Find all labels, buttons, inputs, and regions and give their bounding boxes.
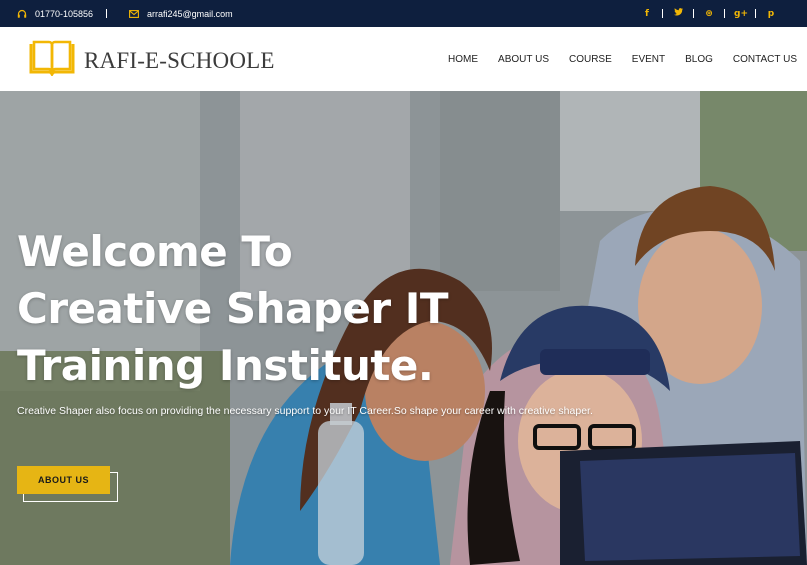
site-header: RAFI-E-SCHOOLE HOME ABOUT US COURSE EVEN…	[0, 27, 807, 91]
twitter-icon[interactable]	[672, 8, 684, 19]
dribbble-icon[interactable]: ⊛	[703, 9, 715, 19]
nav-about-us[interactable]: ABOUT US	[498, 54, 549, 65]
divider	[755, 9, 756, 18]
divider	[693, 9, 694, 18]
about-us-button-wrap: ABOUT US	[17, 466, 118, 503]
main-nav: HOME ABOUT US COURSE EVENT BLOG CONTACT …	[428, 27, 797, 91]
hero-title: Welcome To Creative Shaper IT Training I…	[17, 227, 448, 390]
open-book-icon	[29, 40, 75, 81]
email-address: arrafi245@gmail.com	[147, 8, 233, 19]
brand-logo[interactable]: RAFI-E-SCHOOLE	[29, 40, 275, 81]
divider	[106, 9, 107, 18]
divider	[724, 9, 725, 18]
nav-contact-us[interactable]: CONTACT US	[733, 54, 797, 65]
nav-blog[interactable]: BLOG	[685, 54, 713, 65]
email-contact[interactable]: arrafi245@gmail.com	[129, 0, 233, 27]
envelope-icon	[129, 9, 139, 18]
headphones-icon	[17, 9, 27, 19]
pinterest-icon[interactable]: p	[765, 9, 777, 19]
phone-contact[interactable]: 01770-105856	[17, 0, 93, 27]
facebook-icon[interactable]: f	[641, 9, 653, 19]
divider	[662, 9, 663, 18]
nav-home[interactable]: HOME	[448, 54, 478, 65]
hero-banner: Welcome To Creative Shaper IT Training I…	[0, 91, 807, 565]
phone-number: 01770-105856	[35, 8, 94, 19]
nav-course[interactable]: COURSE	[569, 54, 612, 65]
about-us-button[interactable]: ABOUT US	[17, 466, 110, 494]
google-plus-icon[interactable]: g+	[734, 9, 748, 19]
hero-subtitle: Creative Shaper also focus on providing …	[17, 405, 593, 417]
social-links: f ⊛ g+ p	[641, 0, 777, 27]
nav-event[interactable]: EVENT	[632, 54, 665, 65]
top-bar: 01770-105856 arrafi245@gmail.com f ⊛ g+ …	[0, 0, 807, 27]
brand-name: RAFI-E-SCHOOLE	[84, 47, 275, 73]
